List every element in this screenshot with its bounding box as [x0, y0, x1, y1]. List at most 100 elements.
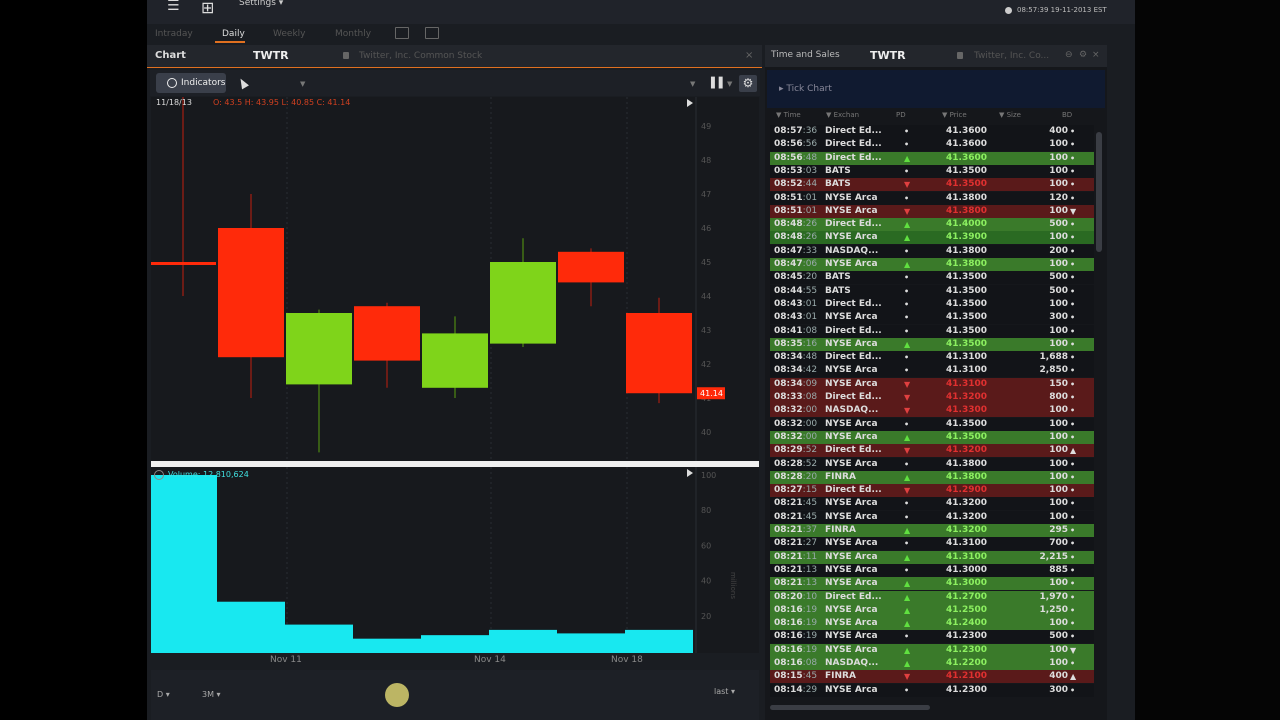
table-row[interactable]: 08:34:09 NYSE Arca ▼ 41.3100 150 •	[770, 377, 1094, 391]
table-row[interactable]: 08:48:26 Direct Ed... ▲ 41.4000 500 •	[770, 218, 1094, 232]
menu-icon[interactable]: ☰	[167, 0, 185, 13]
table-row[interactable]: 08:21:45 NYSE Arca • 41.3200 100 •	[770, 497, 1094, 511]
price-mode-select[interactable]: last ▾	[714, 687, 735, 696]
table-row[interactable]: 08:45:20 BATS • 41.3500 500 •	[770, 271, 1094, 285]
table-row[interactable]: 08:32:00 NYSE Arca • 41.3500 100 •	[770, 417, 1094, 431]
time-cell: 08:27	[774, 485, 803, 496]
table-row[interactable]: 08:44:55 BATS • 41.3500 500 •	[770, 284, 1094, 298]
table-row[interactable]: 08:47:33 NASDAQ... • 41.3800 200 •	[770, 244, 1094, 258]
table-row[interactable]: 08:28:20 FINRA ▲ 41.3800 100 •	[770, 470, 1094, 484]
table-row[interactable]: 08:16:08 NASDAQ... ▲ 41.2200 100 •	[770, 657, 1094, 670]
minimize-icon[interactable]: ⊖	[1065, 50, 1073, 60]
table-row[interactable]: 08:28:52 NYSE Arca • 41.3800 100 •	[770, 457, 1094, 471]
column-header-price[interactable]: ▼ Price	[942, 111, 967, 119]
tab-monthly[interactable]: Monthly	[335, 29, 371, 39]
volume-chart[interactable]: 100 80 60 40 20 millions	[151, 467, 759, 653]
table-row[interactable]: 08:21:37 FINRA ▲ 41.3200 295 •	[770, 524, 1094, 537]
table-row[interactable]: 08:34:48 Direct Ed... • 41.3100 1,688 •	[770, 351, 1094, 365]
bd-cell: •	[1070, 260, 1076, 269]
bd-cell: •	[1070, 140, 1076, 150]
settings-icon[interactable]: ⚙	[1079, 50, 1087, 60]
table-row[interactable]: 08:29:52 Direct Ed... ▼ 41.3200 100 ▲	[770, 444, 1094, 458]
layout-icon[interactable]	[395, 27, 409, 39]
table-row[interactable]: 08:32:00 NASDAQ... ▼ 41.3300 100 •	[770, 404, 1094, 418]
gear-icon[interactable]: ⚙	[739, 75, 757, 92]
range-select[interactable]: 3M ▾	[202, 690, 221, 699]
table-row[interactable]: 08:52:44 BATS ▼ 41.3500 100 •	[770, 178, 1094, 192]
chevron-down-icon[interactable]: ▼	[300, 80, 305, 88]
size-cell: 2,215	[1039, 551, 1068, 562]
new-window-icon[interactable]: ⊞	[201, 0, 221, 17]
table-row[interactable]: 08:14:29 NYSE Arca • 41.2300 300 •	[770, 683, 1094, 697]
price-cell: 41.3500	[946, 165, 987, 176]
table-row[interactable]: 08:57:36 Direct Ed... • 41.3600 400 •	[770, 125, 1094, 138]
link-icon[interactable]	[425, 27, 439, 39]
column-header-exchange[interactable]: ▼ Exchan	[826, 111, 859, 119]
column-header-pd[interactable]: PD	[896, 111, 906, 119]
column-header-time[interactable]: ▼ Time	[776, 111, 801, 119]
table-row[interactable]: 08:34:42 NYSE Arca • 41.3100 2,850 •	[770, 364, 1094, 378]
column-header-exchange-label: Exchan	[833, 111, 860, 119]
table-row[interactable]: 08:21:13 NYSE Arca ▲ 41.3000 100 •	[770, 577, 1094, 591]
table-row[interactable]: 08:43:01 NYSE Arca • 41.3500 300 •	[770, 311, 1094, 325]
table-row[interactable]: 08:21:45 NYSE Arca • 41.3200 100 •	[770, 510, 1094, 524]
gear-icon[interactable]	[154, 470, 164, 480]
table-row[interactable]: 08:15:45 FINRA ▼ 41.2100 400 ▲	[770, 670, 1094, 684]
table-row[interactable]: 08:27:15 Direct Ed... ▼ 41.2900 100 •	[770, 484, 1094, 498]
table-row[interactable]: 08:48:26 NYSE Arca ▲ 41.3900 100 •	[770, 231, 1094, 245]
price-cell: 41.3900	[946, 232, 987, 243]
tab-daily[interactable]: Daily	[222, 29, 245, 39]
table-row[interactable]: 08:43:01 Direct Ed... • 41.3500 100 •	[770, 297, 1094, 311]
column-header-size[interactable]: ▼ Size	[999, 111, 1021, 119]
exchange-cell: NYSE Arca	[825, 378, 878, 389]
table-row[interactable]: 08:56:48 Direct Ed... ▲ 41.3600 100 •	[770, 151, 1094, 165]
pd-cell: •	[904, 353, 910, 363]
pd-cell: ▼	[904, 379, 911, 389]
tick-chart-toggle[interactable]: ▸ Tick Chart	[779, 84, 832, 94]
tab-intraday[interactable]: Intraday	[155, 29, 193, 39]
horizontal-scrollbar[interactable]	[770, 705, 930, 710]
price-cell: 41.2300	[946, 631, 987, 642]
time-cell: 08:16	[774, 631, 803, 642]
table-row[interactable]: 08:16:19 NYSE Arca ▲ 41.2400 100 •	[770, 617, 1094, 631]
volume-bar	[489, 629, 557, 653]
table-row[interactable]: 08:21:27 NYSE Arca • 41.3100 700 •	[770, 537, 1094, 551]
table-row[interactable]: 08:16:19 NYSE Arca ▲ 41.2500 1,250 •	[770, 603, 1094, 617]
table-row[interactable]: 08:41:08 Direct Ed... • 41.3500 100 •	[770, 324, 1094, 338]
table-row[interactable]: 08:47:06 NYSE Arca ▲ 41.3800 100 •	[770, 258, 1094, 271]
table-row[interactable]: 08:35:16 NYSE Arca ▲ 41.3500 100 •	[770, 337, 1094, 351]
table-row[interactable]: 08:53:03 BATS • 41.3500 100 •	[770, 164, 1094, 178]
time-and-sales-title: Time and Sales	[771, 50, 840, 60]
size-cell: 100	[1049, 658, 1068, 668]
table-row[interactable]: 08:51:01 NYSE Arca ▼ 41.3800 100 ▼	[770, 204, 1094, 218]
chart-symbol[interactable]: TWTR	[253, 49, 289, 62]
column-header-bd[interactable]: BD	[1062, 111, 1072, 119]
tab-weekly[interactable]: Weekly	[273, 29, 305, 39]
table-row[interactable]: 08:32:00 NYSE Arca ▲ 41.3500 100 •	[770, 430, 1094, 444]
table-row[interactable]: 08:21:11 NYSE Arca ▲ 41.3100 2,215 •	[770, 550, 1094, 564]
close-icon[interactable]: ×	[745, 50, 753, 61]
settings-dropdown[interactable]: Settings ▾	[239, 0, 283, 8]
table-row[interactable]: 08:51:01 NYSE Arca • 41.3800 120 •	[770, 191, 1094, 205]
time-seconds: :15	[802, 485, 818, 496]
period-select[interactable]: D ▾	[157, 690, 170, 699]
vertical-scrollbar[interactable]	[1096, 132, 1102, 252]
time-seconds: :03	[802, 165, 818, 176]
table-row[interactable]: 08:20:10 Direct Ed... ▲ 41.2700 1,970 •	[770, 590, 1094, 604]
table-row[interactable]: 08:16:19 NYSE Arca ▲ 41.2300 100 ▼	[770, 643, 1094, 657]
table-row[interactable]: 08:56:56 Direct Ed... • 41.3600 100 •	[770, 138, 1094, 152]
chart-type-icon[interactable]: ▐▐	[707, 78, 722, 89]
close-icon[interactable]: ×	[1092, 50, 1100, 60]
table-row[interactable]: 08:21:13 NYSE Arca • 41.3000 885 •	[770, 563, 1094, 577]
ts-symbol[interactable]: TWTR	[870, 49, 906, 62]
chevron-down-icon[interactable]: ▼	[727, 80, 732, 88]
pd-cell: ▲	[904, 432, 911, 442]
time-cell-wrapper: 08:14:29	[774, 684, 817, 697]
table-row[interactable]: 08:33:08 Direct Ed... ▼ 41.3200 800 •	[770, 391, 1094, 404]
navigator-handle[interactable]	[385, 683, 409, 707]
chevron-down-icon[interactable]: ▼	[690, 80, 695, 88]
price-chart[interactable]: 4948474645444342414041.14	[151, 92, 759, 461]
pd-cell: •	[904, 299, 910, 309]
table-row[interactable]: 08:16:19 NYSE Arca • 41.2300 500 •	[770, 630, 1094, 644]
time-seconds: :13	[802, 564, 818, 575]
